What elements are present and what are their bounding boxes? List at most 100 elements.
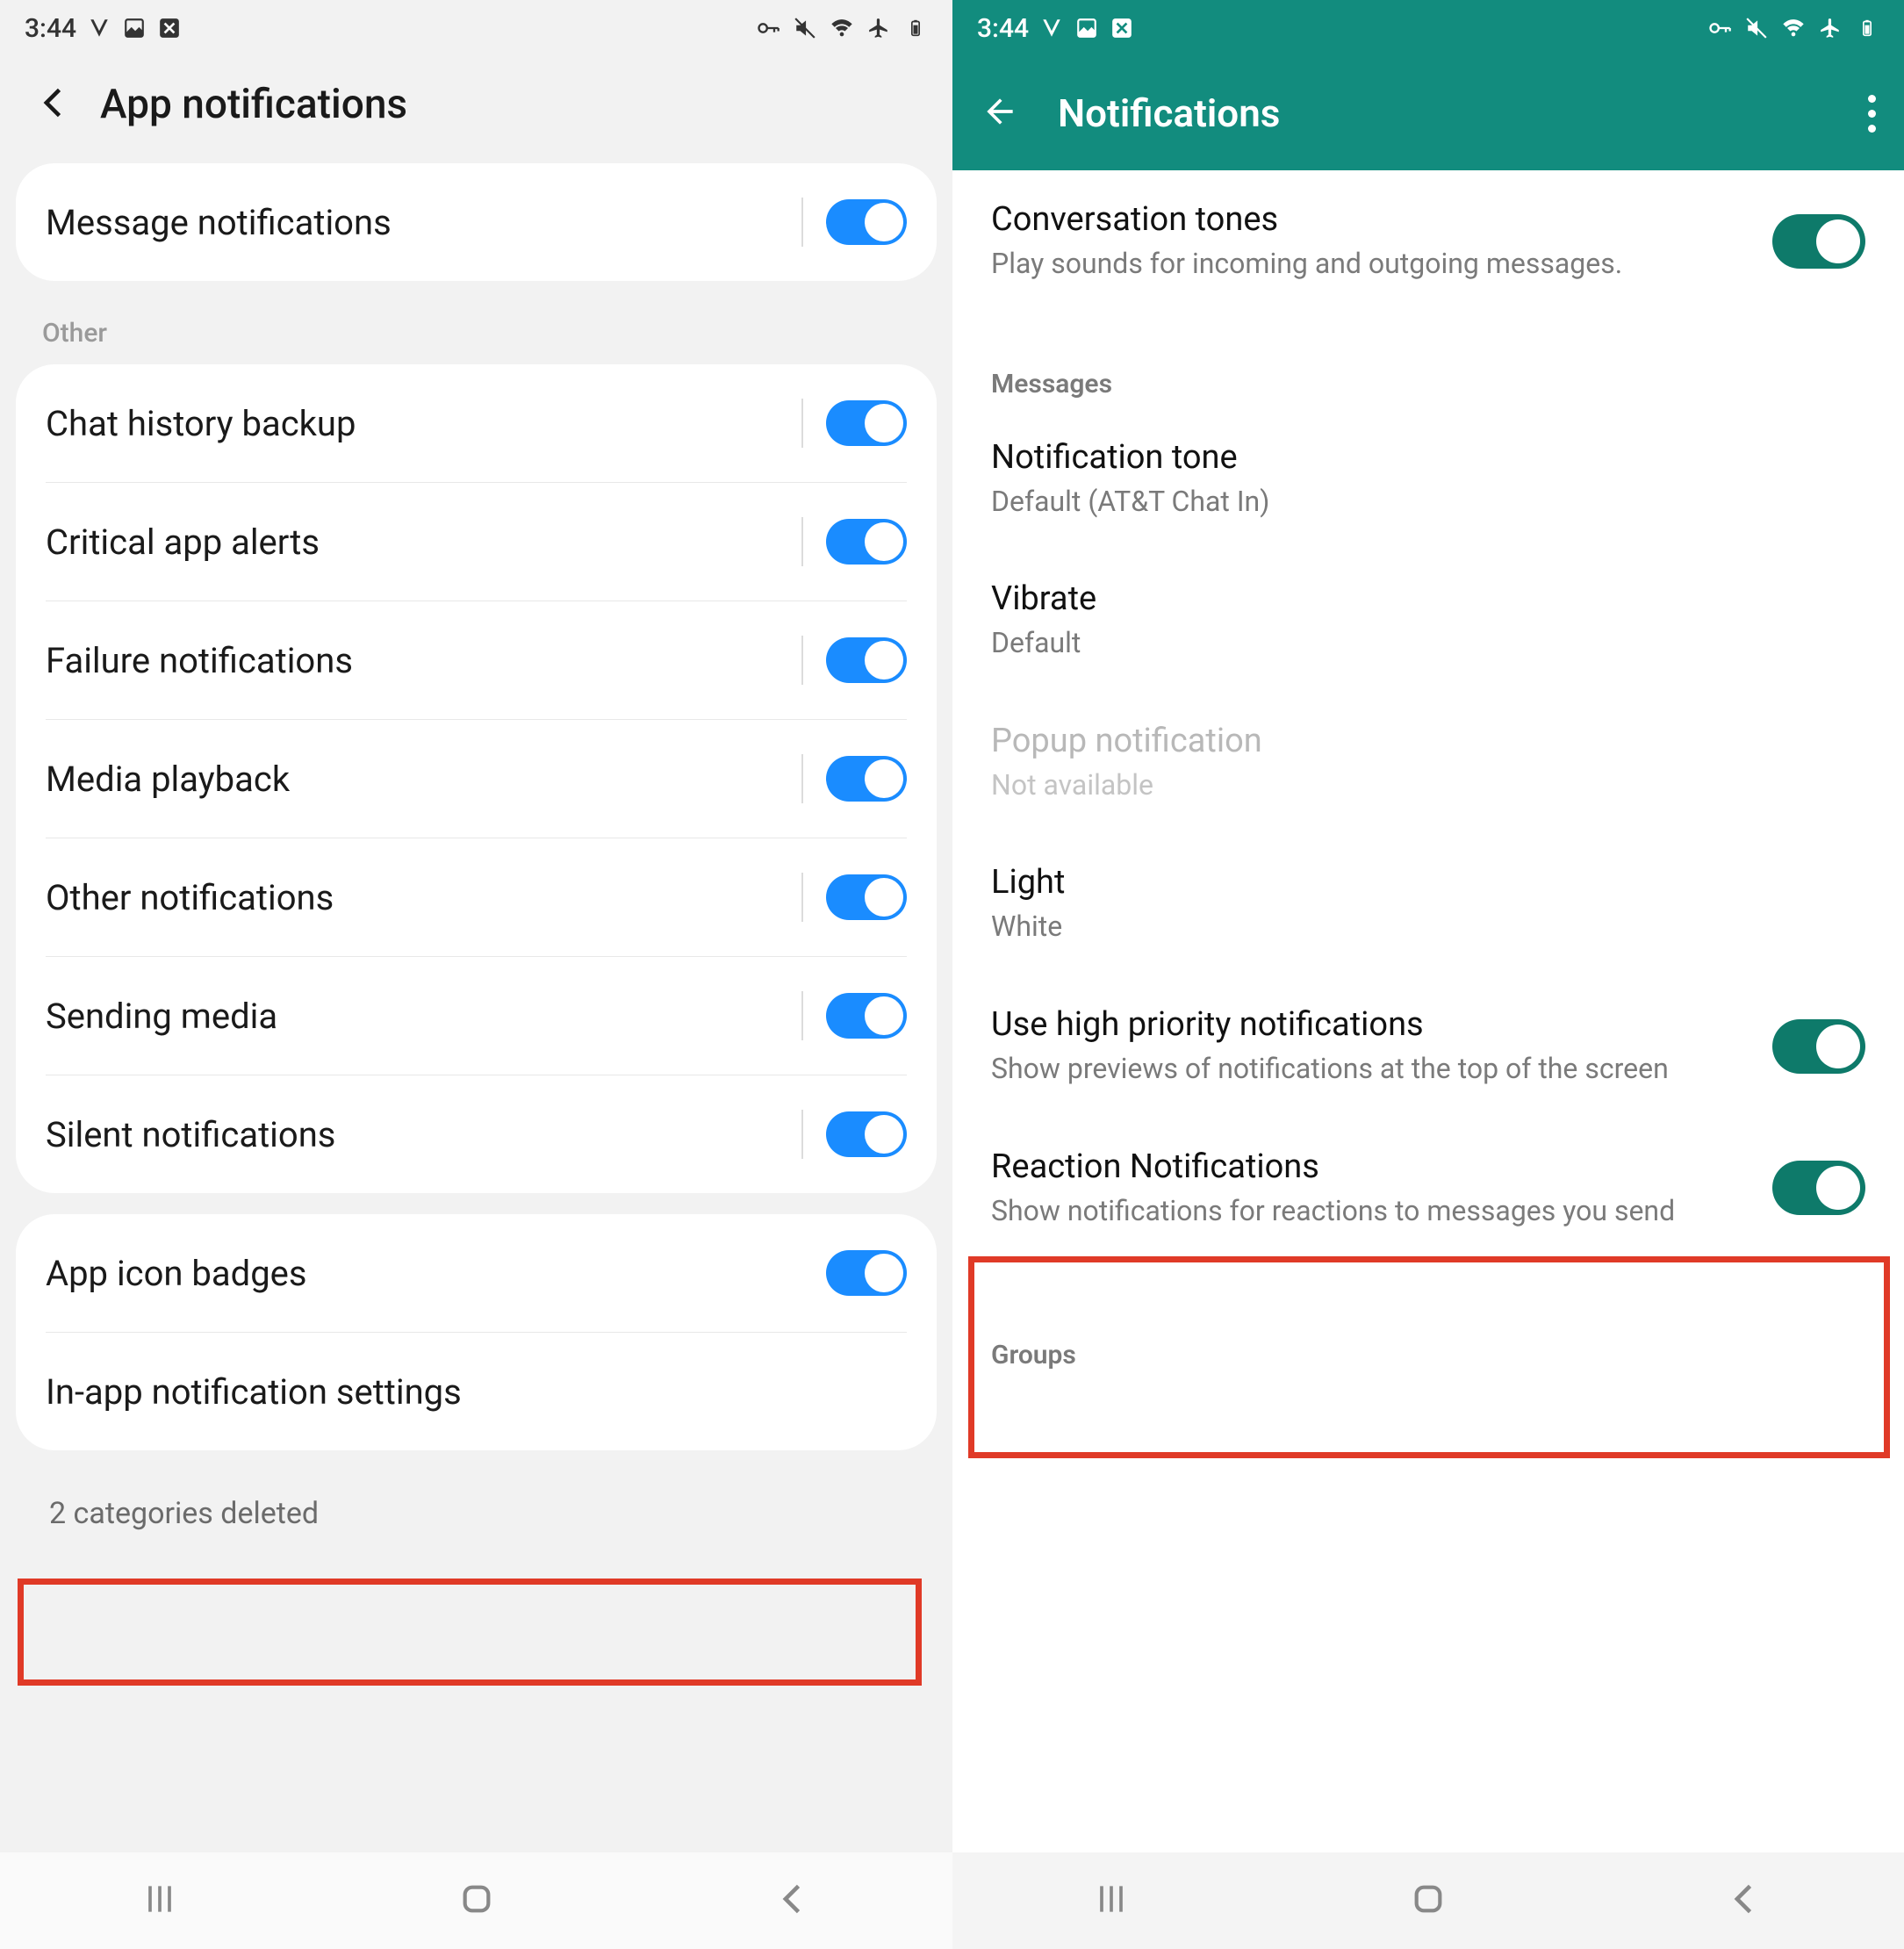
toggle-silent-notifications[interactable]	[826, 1111, 907, 1157]
toggle-high-priority[interactable]	[1772, 1019, 1865, 1074]
toggle-chat-history-backup[interactable]	[826, 400, 907, 446]
row-silent-notifications[interactable]: Silent notifications	[16, 1075, 937, 1193]
row-message-notifications[interactable]: Message notifications	[16, 163, 937, 281]
section-other: Other	[0, 302, 952, 364]
row-title: Vibrate	[991, 579, 1848, 618]
right-screen: 3:44	[952, 0, 1904, 1949]
mute-icon	[793, 16, 817, 40]
left-screen: 3:44	[0, 0, 952, 1949]
row-in-app-notification-settings[interactable]: In-app notification settings	[16, 1333, 937, 1450]
row-label: Message notifications	[46, 202, 801, 243]
toggle-sending-media[interactable]	[826, 993, 907, 1039]
v-icon	[87, 16, 111, 40]
airplane-icon	[866, 16, 891, 40]
card-other: Chat history backup Critical app alerts …	[16, 364, 937, 1193]
battery-icon	[1855, 16, 1879, 40]
status-bar: 3:44	[952, 0, 1904, 56]
image-icon	[122, 16, 147, 40]
row-subtitle: Default (AT&T Chat In)	[991, 484, 1848, 521]
row-app-icon-badges[interactable]: App icon badges	[16, 1214, 937, 1332]
divider-vertical	[801, 991, 803, 1040]
section-messages: Messages	[952, 341, 1904, 408]
row-title: Popup notification	[991, 722, 1848, 760]
nav-bar	[952, 1852, 1904, 1949]
toggle-conversation-tones[interactable]	[1772, 214, 1865, 269]
mute-icon	[1744, 16, 1769, 40]
toggle-reaction-notifications[interactable]	[1772, 1161, 1865, 1215]
back-icon[interactable]	[35, 83, 74, 126]
image-icon	[1074, 16, 1099, 40]
divider-vertical	[801, 198, 803, 247]
row-popup-notification: Popup notification Not available	[952, 692, 1904, 834]
row-title: Conversation tones	[991, 200, 1755, 239]
divider-vertical	[801, 636, 803, 685]
row-label: Other notifications	[46, 877, 801, 918]
divider-vertical	[801, 873, 803, 922]
row-title: Reaction Notifications	[991, 1147, 1755, 1186]
card-app-badges: App icon badges In-app notification sett…	[16, 1214, 937, 1450]
nav-recent-icon[interactable]	[140, 1880, 179, 1922]
row-media-playback[interactable]: Media playback	[16, 720, 937, 838]
status-time: 3:44	[977, 13, 1029, 44]
row-label: Failure notifications	[46, 640, 801, 681]
toggle-message-notifications[interactable]	[826, 199, 907, 245]
more-icon[interactable]	[1868, 95, 1876, 133]
row-failure-notifications[interactable]: Failure notifications	[16, 601, 937, 719]
x-box-icon	[1110, 16, 1134, 40]
nav-home-icon[interactable]	[459, 1881, 494, 1920]
row-chat-history-backup[interactable]: Chat history backup	[16, 364, 937, 482]
vpn-key-icon	[756, 16, 780, 40]
page-title: App notifications	[100, 81, 407, 128]
row-label: Critical app alerts	[46, 521, 801, 563]
nav-recent-icon[interactable]	[1092, 1880, 1131, 1922]
wifi-icon	[830, 16, 854, 40]
v-icon	[1039, 16, 1064, 40]
row-critical-app-alerts[interactable]: Critical app alerts	[16, 483, 937, 601]
row-subtitle: Not available	[991, 767, 1848, 804]
x-box-icon	[157, 16, 182, 40]
row-sending-media[interactable]: Sending media	[16, 957, 937, 1075]
row-label: In-app notification settings	[46, 1371, 907, 1413]
row-high-priority-notifications[interactable]: Use high priority notifications Show pre…	[952, 975, 1904, 1118]
row-subtitle: Show previews of notifications at the to…	[991, 1051, 1755, 1088]
row-subtitle: Show notifications for reactions to mess…	[991, 1193, 1755, 1230]
row-label: Chat history backup	[46, 403, 801, 444]
wifi-icon	[1781, 16, 1806, 40]
row-other-notifications[interactable]: Other notifications	[16, 838, 937, 956]
divider-vertical	[801, 399, 803, 448]
divider-vertical	[801, 1110, 803, 1159]
back-arrow-icon[interactable]	[981, 92, 1019, 134]
nav-back-icon[interactable]	[1726, 1880, 1764, 1922]
row-reaction-notifications[interactable]: Reaction Notifications Show notification…	[952, 1118, 1904, 1260]
toggle-critical-app-alerts[interactable]	[826, 519, 907, 565]
row-title: Light	[991, 863, 1848, 902]
toggle-other-notifications[interactable]	[826, 874, 907, 920]
row-label: App icon badges	[46, 1253, 826, 1294]
toggle-media-playback[interactable]	[826, 756, 907, 802]
row-vibrate[interactable]: Vibrate Default	[952, 550, 1904, 692]
row-notification-tone[interactable]: Notification tone Default (AT&T Chat In)	[952, 408, 1904, 550]
page-title: Notifications	[1058, 90, 1829, 136]
status-left: 3:44	[25, 13, 182, 44]
row-subtitle: Play sounds for incoming and outgoing me…	[991, 246, 1755, 283]
status-time: 3:44	[25, 13, 76, 44]
row-light[interactable]: Light White	[952, 833, 1904, 975]
highlight-high-priority	[968, 1256, 1890, 1458]
nav-back-icon[interactable]	[774, 1880, 813, 1922]
row-label: Media playback	[46, 759, 801, 800]
row-title: Use high priority notifications	[991, 1005, 1755, 1044]
appbar: Notifications	[952, 56, 1904, 170]
row-label: Sending media	[46, 996, 801, 1037]
toggle-failure-notifications[interactable]	[826, 637, 907, 683]
status-bar: 3:44	[0, 0, 952, 56]
row-conversation-tones[interactable]: Conversation tones Play sounds for incom…	[952, 170, 1904, 313]
row-label: Silent notifications	[46, 1114, 801, 1155]
nav-home-icon[interactable]	[1411, 1881, 1446, 1920]
status-right	[756, 16, 928, 40]
toggle-app-icon-badges[interactable]	[826, 1250, 907, 1296]
status-right	[1707, 16, 1879, 40]
status-left: 3:44	[977, 13, 1134, 44]
row-subtitle: Default	[991, 625, 1848, 662]
battery-icon	[903, 16, 928, 40]
airplane-icon	[1818, 16, 1843, 40]
